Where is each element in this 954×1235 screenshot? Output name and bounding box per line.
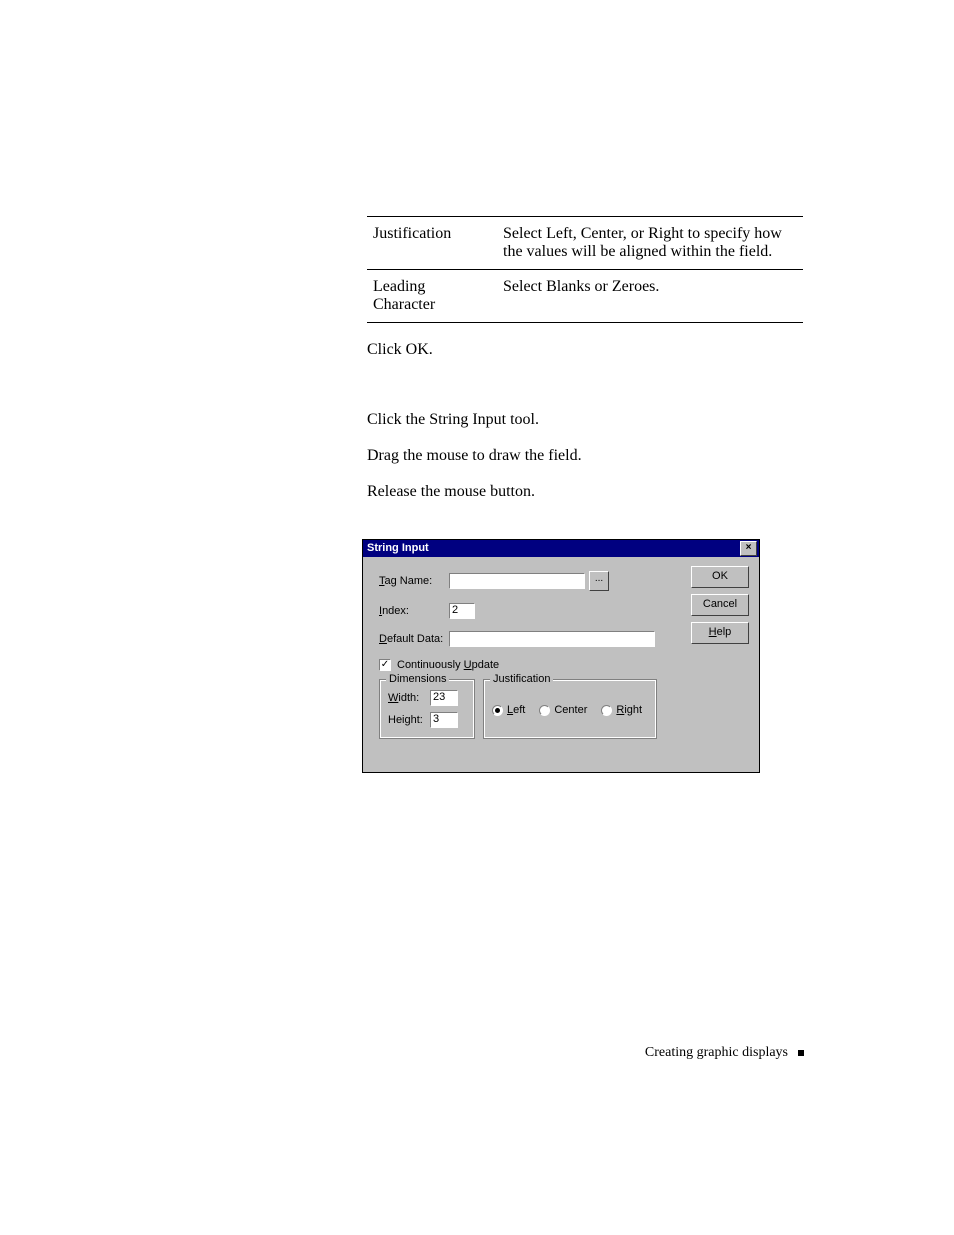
instruction-block: Click OK. Click the String Input tool. D… — [367, 341, 803, 501]
default-data-label: Default Data: — [379, 633, 449, 645]
help-button[interactable]: Help — [691, 622, 749, 644]
tag-name-label: Tag Name: — [379, 575, 449, 587]
groupboxes: Dimensions Width: 23 Height: 3 Justifica… — [379, 679, 747, 739]
radio-right-label: Right — [616, 704, 642, 716]
radio-icon[interactable] — [492, 705, 503, 716]
height-label: Height: — [388, 714, 430, 726]
radio-center-label: Center — [554, 704, 587, 716]
browse-button[interactable]: ... — [589, 571, 609, 591]
dimensions-group: Dimensions Width: 23 Height: 3 — [379, 679, 475, 739]
dialog-titlebar[interactable]: String Input × — [363, 540, 759, 557]
dialog-title: String Input — [367, 540, 429, 557]
continuous-update-checkbox[interactable]: ✓ — [379, 659, 391, 671]
dimensions-legend: Dimensions — [386, 673, 449, 685]
option-desc: Select Left, Center, or Right to specify… — [497, 217, 803, 270]
height-input[interactable]: 3 — [430, 712, 458, 728]
instruction-line: Click the String Input tool. — [367, 411, 803, 429]
string-input-dialog: String Input × Tag Name: ... Index: 2 De… — [362, 539, 760, 773]
justification-legend: Justification — [490, 673, 553, 685]
option-name: Justification — [367, 217, 497, 270]
tag-name-input[interactable] — [449, 573, 585, 589]
ok-button[interactable]: OK — [691, 566, 749, 588]
index-label: Index: — [379, 605, 449, 617]
dialog-button-column: OK Cancel Help — [691, 566, 749, 644]
width-label: Width: — [388, 692, 430, 704]
footer-text: Creating graphic displays — [645, 1045, 788, 1061]
radio-center[interactable]: Center — [539, 704, 587, 716]
doc-content: Justification Select Left, Center, or Ri… — [367, 216, 803, 519]
option-desc: Select Blanks or Zeroes. — [497, 270, 803, 323]
cancel-button[interactable]: Cancel — [691, 594, 749, 616]
justification-radios: Left Center Right — [492, 704, 642, 716]
index-input[interactable]: 2 — [449, 603, 475, 619]
height-row: Height: 3 — [388, 712, 466, 728]
close-icon[interactable]: × — [740, 541, 757, 556]
table-row: Justification Select Left, Center, or Ri… — [367, 217, 803, 270]
table-row: Leading Character Select Blanks or Zeroe… — [367, 270, 803, 323]
continuous-update-row[interactable]: ✓ Continuously Update — [379, 659, 747, 671]
radio-icon[interactable] — [601, 705, 612, 716]
radio-icon[interactable] — [539, 705, 550, 716]
page-footer: Creating graphic displays — [645, 1045, 804, 1061]
radio-left[interactable]: Left — [492, 704, 525, 716]
options-table: Justification Select Left, Center, or Ri… — [367, 216, 803, 323]
footer-bullet-icon — [798, 1050, 804, 1056]
width-input[interactable]: 23 — [430, 690, 458, 706]
continuous-update-label: Continuously Update — [397, 659, 499, 671]
instruction-line: Drag the mouse to draw the field. — [367, 447, 803, 465]
default-data-input[interactable] — [449, 631, 655, 647]
justification-group: Justification Left Center Right — [483, 679, 657, 739]
width-row: Width: 23 — [388, 690, 466, 706]
instruction-line: Release the mouse button. — [367, 483, 803, 501]
instruction-line: Click OK. — [367, 341, 803, 359]
radio-right[interactable]: Right — [601, 704, 642, 716]
option-name: Leading Character — [367, 270, 497, 323]
radio-left-label: Left — [507, 704, 525, 716]
